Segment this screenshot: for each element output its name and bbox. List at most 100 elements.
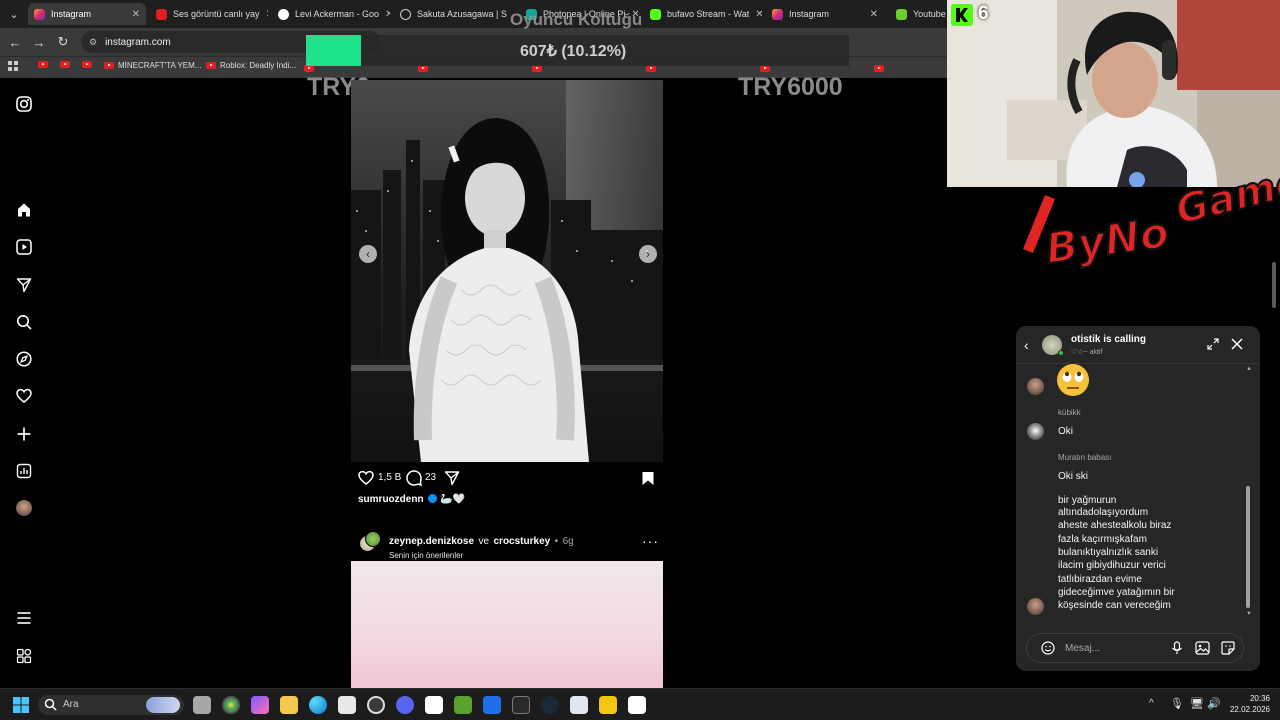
taskbar-clock[interactable]: 20:36 22.02.2026 <box>1228 693 1270 715</box>
back-icon[interactable]: ← <box>3 28 27 56</box>
like-heart-icon[interactable] <box>358 470 374 491</box>
app-icon[interactable] <box>570 696 588 714</box>
chat-back-icon[interactable]: ‹ <box>1024 337 1029 353</box>
apps-icon[interactable] <box>8 61 18 71</box>
also-from-meta-icon[interactable] <box>14 646 34 666</box>
copilot-icon[interactable] <box>251 696 269 714</box>
file-explorer-icon[interactable] <box>280 696 298 714</box>
share-icon[interactable] <box>444 470 460 491</box>
close-tab-icon[interactable]: ✕ <box>266 9 268 20</box>
instagram-logo-icon[interactable] <box>14 94 34 114</box>
message-avatar[interactable] <box>1027 378 1044 395</box>
streamer-logo: ByNo Game <box>1015 155 1280 274</box>
emoji-picker-icon[interactable] <box>1041 641 1055 660</box>
message-avatar[interactable] <box>1027 598 1044 615</box>
tab-youtube-video[interactable]: Youtube vi <box>890 3 948 25</box>
tab-kick[interactable]: bufavo Stream - Wat ✕ <box>644 3 762 25</box>
bookmark-youtube[interactable] <box>82 61 92 68</box>
carousel-prev-icon[interactable]: ‹ <box>359 245 377 263</box>
tab-sakuta[interactable]: Sakuta Azusagawa | S <box>394 3 512 25</box>
close-tab-icon[interactable]: ✕ <box>132 9 140 20</box>
tray-chevron-icon[interactable]: ^ <box>1149 698 1154 709</box>
chat-title[interactable]: otistik is calling <box>1071 334 1146 345</box>
message-input-box[interactable]: Mesaj... <box>1026 633 1244 663</box>
explore-icon[interactable] <box>14 349 34 369</box>
suggested-user-2[interactable]: crocsturkey <box>494 536 551 547</box>
windows-start-icon[interactable] <box>13 697 29 718</box>
verified-badge-icon <box>428 494 438 503</box>
notifications-heart-icon[interactable] <box>14 386 34 406</box>
close-tab-icon[interactable]: ✕ <box>755 9 762 20</box>
poem-line: tatlıbirazdan evime <box>1058 574 1142 585</box>
post-author[interactable]: sumruozdenn <box>358 494 424 505</box>
terminal-icon[interactable] <box>512 696 530 714</box>
search-icon[interactable] <box>14 312 34 332</box>
post-photo[interactable] <box>351 80 663 462</box>
bookmark-youtube[interactable] <box>60 61 70 68</box>
comment-icon[interactable] <box>406 470 422 491</box>
taskbar-search[interactable]: Ara <box>38 695 184 715</box>
profile-avatar[interactable] <box>14 498 34 518</box>
store-icon[interactable] <box>338 696 356 714</box>
close-chat-icon[interactable] <box>1231 337 1243 355</box>
more-options-icon[interactable]: ··· <box>642 533 659 549</box>
search-icon <box>44 698 57 716</box>
microphone-icon[interactable] <box>1171 641 1183 660</box>
messages-icon[interactable] <box>14 275 34 295</box>
instagram-favicon-icon <box>772 8 783 20</box>
discord-icon[interactable] <box>396 696 414 714</box>
tab-instagram[interactable]: Instagram ✕ <box>28 3 146 25</box>
chrome-icon[interactable] <box>222 696 240 714</box>
suggested-user-1[interactable]: zeynep.denizkose <box>389 536 474 547</box>
more-menu-icon[interactable] <box>14 608 34 628</box>
save-bookmark-icon[interactable] <box>641 471 655 491</box>
task-view-icon[interactable] <box>193 696 211 714</box>
message-avatar[interactable] <box>1027 423 1044 440</box>
suggested-avatar[interactable] <box>359 531 381 553</box>
chat-scrollbar[interactable]: ▲ ▼ <box>1245 366 1252 620</box>
donation-progress-fill <box>306 35 361 66</box>
svg-text:ByNo: ByNo <box>1043 208 1172 270</box>
clock-time: 20:36 <box>1249 694 1270 703</box>
home-icon[interactable] <box>14 200 34 220</box>
steam-icon[interactable] <box>541 696 559 714</box>
rockstar-icon[interactable] <box>599 696 617 714</box>
page-scrollbar[interactable] <box>1272 262 1276 308</box>
tray-volume-icon[interactable]: 🔊 <box>1207 697 1221 710</box>
sticker-icon[interactable] <box>1221 641 1235 660</box>
tab-label: Ses görüntü canlı yay <box>173 9 260 19</box>
tab-youtube[interactable]: Ses görüntü canlı yay ✕ <box>150 3 268 25</box>
tray-mic-icon[interactable]: 🎙 <box>1170 697 1184 710</box>
reels-icon[interactable] <box>14 237 34 257</box>
chat-status: ♡☆~ aktif <box>1071 349 1103 356</box>
like-count[interactable]: 1,5 B <box>378 472 401 483</box>
tab-instagram-2[interactable]: Instagram ✕ <box>766 3 884 25</box>
bookmark-roblox[interactable]: Roblox: Deadly Indi... <box>206 61 296 70</box>
app-icon[interactable] <box>483 696 501 714</box>
bookmark-youtube[interactable] <box>38 61 48 68</box>
bookmark-minecraft[interactable]: MİNECRAFT'TA YEM... <box>104 61 201 70</box>
tab-search-dropdown[interactable]: ⌄ <box>0 0 28 28</box>
close-tab-icon[interactable]: ✕ <box>870 9 878 20</box>
suggested-post-photo[interactable] <box>351 561 663 691</box>
obs-icon[interactable] <box>367 696 385 714</box>
site-info-icon[interactable]: ⚙ <box>89 37 97 48</box>
minecraft-icon[interactable] <box>454 696 472 714</box>
close-tab-icon[interactable]: ✕ <box>385 9 390 20</box>
chat-message: Oki ski <box>1058 471 1088 482</box>
forward-icon[interactable]: → <box>27 28 51 56</box>
comment-count[interactable]: 23 <box>425 472 436 483</box>
create-plus-icon[interactable] <box>14 424 34 444</box>
roblox-icon[interactable] <box>628 696 646 714</box>
edge-icon[interactable] <box>309 696 327 714</box>
reload-icon[interactable]: ↻ <box>51 28 75 56</box>
roblox-studio-icon[interactable] <box>425 696 443 714</box>
dashboard-icon[interactable] <box>14 461 34 481</box>
tray-network-icon[interactable]: 🖥 <box>1190 697 1204 710</box>
gallery-image-icon[interactable] <box>1195 641 1210 660</box>
expand-chat-icon[interactable] <box>1207 337 1219 355</box>
tab-google[interactable]: Levi Ackerman - Goo ✕ <box>272 3 390 25</box>
youtube-icon <box>82 61 92 68</box>
carousel-next-icon[interactable]: › <box>639 245 657 263</box>
poem-line: gideceğimve yatağımın bir <box>1058 587 1175 598</box>
